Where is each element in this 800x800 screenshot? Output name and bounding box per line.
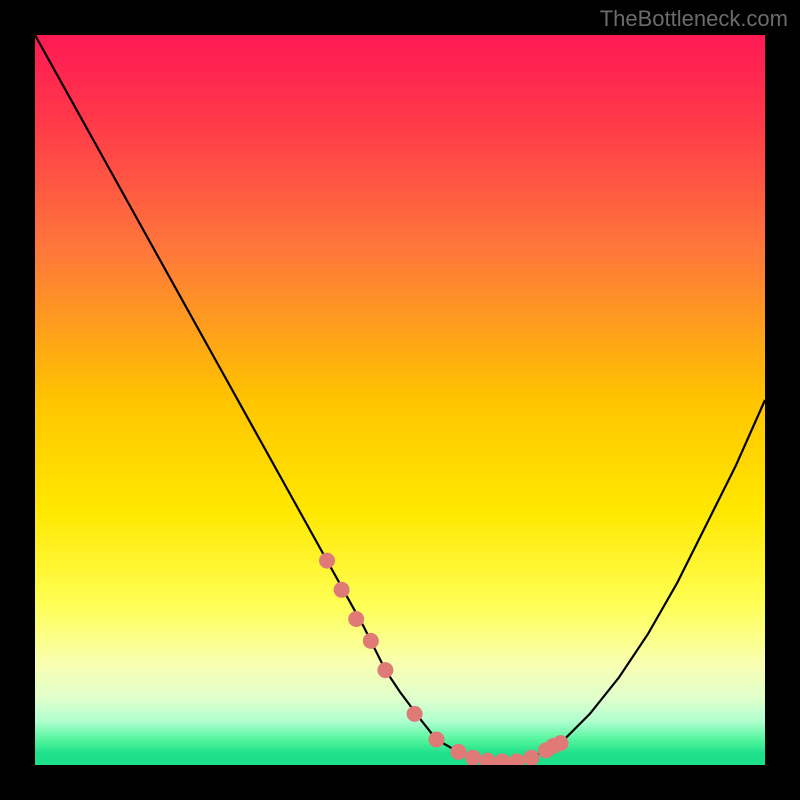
highlight-dot [509,753,525,765]
highlight-dot [480,753,496,765]
highlight-dot [334,582,350,598]
watermark-text: TheBottleneck.com [600,6,788,32]
highlight-dot [450,744,466,760]
highlight-dot [407,706,423,722]
highlight-dot [429,732,445,748]
highlight-dot [377,662,393,678]
highlight-dot [363,633,379,649]
chart-svg [35,35,765,765]
highlight-dots-group [319,553,569,765]
highlight-dot [523,750,539,765]
highlight-dot [465,750,481,765]
highlight-dot [319,553,335,569]
chart-frame [35,35,765,765]
highlight-dot [494,753,510,765]
bottleneck-curve [35,35,765,761]
highlight-dot [553,735,569,751]
highlight-dot [348,611,364,627]
